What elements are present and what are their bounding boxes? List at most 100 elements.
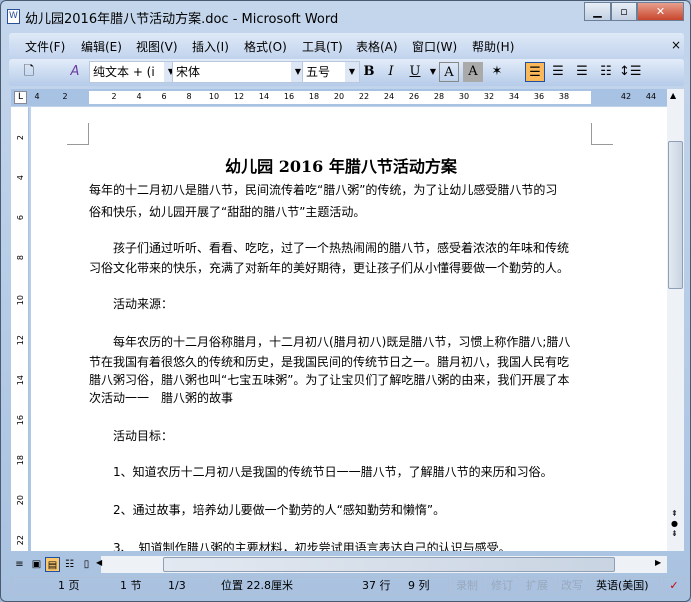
formatting-toolbar: 🗋 A 纯文本 + (i ▼ 宋体 ▼ 五号 ▼ B I U ▼ A A ✶ ☰ ☰ … <box>9 59 684 86</box>
menu-tools[interactable]: 工具(T) <box>302 38 343 55</box>
vertical-ruler: 2 4 6 8 10 12 14 16 18 20 22 <box>11 107 29 551</box>
vertical-scroll-thumb[interactable] <box>668 141 683 289</box>
menu-format[interactable]: 格式(O) <box>244 38 287 55</box>
print-view-icon[interactable]: ▤ <box>45 557 60 572</box>
title-bar: W 幼儿园2016年腊八节活动方案.doc - Microsoft Word ▁… <box>1 1 690 31</box>
ruler-number: 36 <box>533 92 545 101</box>
style-select[interactable]: 纯文本 + (i ▼ <box>89 61 179 83</box>
menu-help[interactable]: 帮助(H) <box>472 38 514 55</box>
menu-edit[interactable]: 编辑(E) <box>81 38 122 55</box>
vertical-ruler-number: 10 <box>16 295 25 306</box>
underline-button[interactable]: U <box>405 62 425 82</box>
character-shading-button[interactable]: A <box>463 62 483 82</box>
tab-selector-button[interactable]: L <box>14 91 27 104</box>
margin-corner-mark <box>591 123 613 145</box>
vertical-ruler-number: 18 <box>16 455 25 466</box>
justify-button[interactable]: ☰ <box>525 62 545 82</box>
bold-button[interactable]: B <box>359 62 379 82</box>
align-right-button[interactable]: ☰ <box>572 62 592 82</box>
close-document-button[interactable]: × <box>671 38 681 52</box>
align-center-button[interactable]: ☰ <box>548 62 568 82</box>
ruler-number: 2 <box>111 92 117 101</box>
document-text-line: 腊八粥习俗，腊八粥也叫“七宝五味粥”。为了让宝贝们了解吃腊八粥的由来，我们开展了… <box>89 373 570 387</box>
style-value: 纯文本 + (i <box>93 65 155 79</box>
font-select[interactable]: 宋体 ▼ <box>172 61 306 83</box>
scroll-right-icon[interactable]: ▶ <box>655 558 661 567</box>
document-text-line: 次活动一一 腊八粥的故事 <box>89 391 234 405</box>
menu-insert[interactable]: 插入(I) <box>192 38 229 55</box>
normal-view-icon[interactable]: ≡ <box>12 557 27 572</box>
vertical-ruler-number: 4 <box>16 175 25 181</box>
horizontal-scroll-thumb[interactable] <box>163 557 615 572</box>
menu-window[interactable]: 窗口(W) <box>412 38 457 55</box>
chevron-down-icon[interactable]: ▼ <box>345 62 359 82</box>
font-size-select[interactable]: 五号 ▼ <box>302 61 360 83</box>
minimize-button[interactable]: ▁ <box>584 2 611 21</box>
character-border-button[interactable]: A <box>439 62 459 82</box>
spelling-check-icon[interactable]: ✓ <box>663 577 685 595</box>
ruler-number: 6 <box>161 92 167 101</box>
ruler-number: 42 <box>620 92 632 101</box>
maximize-button[interactable]: ▫ <box>611 2 637 21</box>
document-text-line: 活动来源： <box>89 297 174 311</box>
browse-object-icons[interactable]: ⇞ ● ⇟ <box>671 509 678 539</box>
distributed-align-button[interactable]: ☷ <box>596 62 616 82</box>
character-scaling-icon[interactable]: ✶ <box>487 62 507 82</box>
status-extend[interactable]: 扩展 <box>522 577 554 595</box>
status-track-changes[interactable]: 修订 <box>487 577 519 595</box>
vertical-scrollbar[interactable]: ▲ ⇞ ● ⇟ <box>667 89 684 551</box>
horizontal-ruler[interactable]: L 4 2 2 4 6 8 10 12 14 16 18 20 22 24 26 28 30 32 34 36 38 42… <box>11 89 667 106</box>
scroll-up-icon[interactable]: ▲ <box>670 91 676 100</box>
font-value: 宋体 <box>176 65 201 79</box>
vertical-ruler-number: 6 <box>16 215 25 221</box>
reading-view-icon[interactable]: ▯ <box>79 557 94 572</box>
document-text-line: 活动目标： <box>89 429 174 443</box>
scroll-left-icon[interactable]: ◀ <box>96 558 102 567</box>
status-language[interactable]: 英语(美国) <box>592 577 660 595</box>
ruler-number: 8 <box>186 92 192 101</box>
status-line: 37 行 <box>362 579 391 592</box>
ruler-number: 16 <box>283 92 295 101</box>
word-app-icon[interactable]: W <box>7 9 20 24</box>
menu-table[interactable]: 表格(A) <box>356 38 398 55</box>
ruler-number: 12 <box>233 92 245 101</box>
document-text-line: 2、通过故事，培养幼儿要做一个勤劳的人“感知勤劳和懒惰”。 <box>89 503 446 517</box>
status-bar: 1 页 1 节 1/3 位置 22.8厘米 37 行 9 列 录制 修订 扩展 … <box>11 575 687 597</box>
ruler-number: 44 <box>645 92 657 101</box>
vertical-ruler-number: 22 <box>16 535 25 546</box>
ruler-number: 18 <box>308 92 320 101</box>
document-text-line: 孩子们通过听听、看看、吃吃，过了一个热热闹闹的腊八节，感受着浓浓的年味和传统 <box>89 241 570 255</box>
status-record[interactable]: 录制 <box>452 577 484 595</box>
ruler-number: 4 <box>34 92 40 101</box>
styles-icon[interactable]: A <box>65 62 85 82</box>
status-overtype[interactable]: 改写 <box>557 577 589 595</box>
status-position: 位置 22.8厘米 <box>221 579 293 592</box>
window-title: 幼儿园2016年腊八节活动方案.doc - Microsoft Word <box>25 12 339 27</box>
ruler-number: 24 <box>383 92 395 101</box>
margin-corner-mark <box>67 123 89 145</box>
italic-button[interactable]: I <box>381 62 401 82</box>
ruler-number: 14 <box>258 92 270 101</box>
ruler-number: 38 <box>558 92 570 101</box>
document-title: 幼儿园 2016 年腊八节活动方案 <box>225 157 457 176</box>
menu-view[interactable]: 视图(V) <box>136 38 178 55</box>
new-document-icon[interactable]: 🗋 <box>19 62 39 82</box>
close-button[interactable]: ✕ <box>637 2 684 21</box>
document-text-line: 习俗文化带来的快乐，充满了对新年的美好期待，更让孩子们从小懂得要做一个勤劳的人。 <box>89 261 570 275</box>
document-text-line: 节在我国有着很悠久的传统和历史，是我国民间的传统节日之一。腊月初八，我国人民有吃 <box>89 355 570 369</box>
document-text-line: 3、 知道制作腊八粥的主要材料，初步尝试用语言表达自己的认识与感受。 <box>89 541 511 551</box>
vertical-ruler-number: 2 <box>16 135 25 141</box>
document-page[interactable]: 幼儿园 2016 年腊八节活动方案 每年的十二月初八是腊八节，民间流传着吃“腊八… <box>31 107 667 551</box>
status-column: 9 列 <box>408 579 430 592</box>
outline-view-icon[interactable]: ☷ <box>62 557 77 572</box>
line-spacing-button[interactable]: ↕☰ <box>619 62 642 82</box>
vertical-ruler-number: 8 <box>16 255 25 261</box>
ruler-number: 2 <box>62 92 68 101</box>
font-size-value: 五号 <box>306 65 331 79</box>
web-view-icon[interactable]: ▣ <box>29 557 44 572</box>
ruler-number: 32 <box>483 92 495 101</box>
horizontal-scrollbar[interactable]: ◀ ▶ <box>96 556 667 573</box>
document-text-line: 每年农历的十二月俗称腊月，十二月初八(腊月初八)既是腊八节，习惯上称作腊八;腊八 <box>89 335 571 349</box>
status-pages: 1/3 <box>168 579 186 592</box>
menu-file[interactable]: 文件(F) <box>25 38 65 55</box>
